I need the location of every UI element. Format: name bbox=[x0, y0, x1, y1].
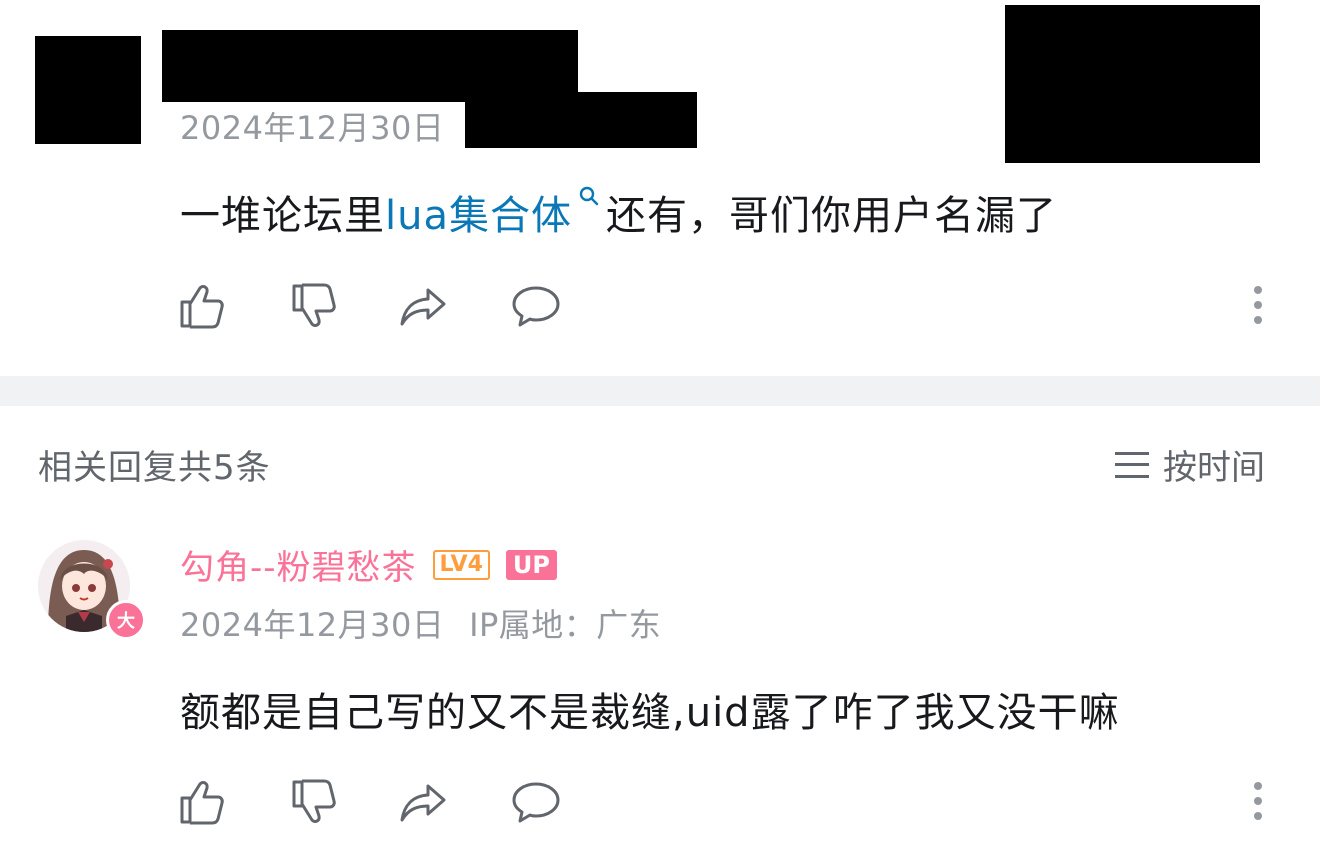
comment-text-part1: 一堆论坛里 bbox=[180, 193, 385, 239]
redacted-avatar bbox=[35, 36, 141, 144]
comment-icon bbox=[512, 782, 560, 823]
like-icon bbox=[180, 781, 224, 825]
sort-icon bbox=[1115, 450, 1149, 480]
up-badge: UP bbox=[505, 549, 557, 580]
vip-badge: 大 bbox=[106, 600, 146, 640]
reply-username[interactable]: 勾角--粉碧愁茶 bbox=[180, 540, 417, 589]
reply-share-button[interactable] bbox=[398, 776, 450, 828]
sort-label: 按时间 bbox=[1163, 448, 1265, 488]
sort-button[interactable]: 按时间 bbox=[1115, 440, 1265, 489]
search-link[interactable]: lua集合体 bbox=[385, 193, 572, 239]
comment-text-part2: 还有，哥们你用户名漏了 bbox=[605, 193, 1057, 239]
section-divider bbox=[0, 376, 1320, 406]
redacted-username-tail bbox=[465, 92, 697, 148]
avatar[interactable]: 大 bbox=[38, 540, 146, 640]
share-button[interactable] bbox=[398, 280, 450, 332]
dislike-icon bbox=[292, 283, 336, 327]
comment-icon bbox=[512, 286, 560, 327]
reply-meta: 2024年12月30日 IP属地：广东 bbox=[180, 600, 661, 646]
search-icon[interactable] bbox=[578, 185, 600, 207]
dislike-icon bbox=[292, 779, 336, 823]
level-badge: LV4 bbox=[432, 549, 490, 580]
reply-text: 额都是自己写的又不是裁缝,uid露了咋了我又没干嘛 bbox=[180, 690, 1120, 736]
reply-date: 2024年12月30日 bbox=[180, 606, 445, 644]
reply-dislike-button[interactable] bbox=[288, 776, 340, 828]
reply-ip-location: IP属地：广东 bbox=[469, 606, 662, 644]
reply-comment-button[interactable] bbox=[510, 776, 562, 828]
redacted-corner-block bbox=[1005, 5, 1260, 163]
share-icon bbox=[400, 784, 446, 822]
like-icon bbox=[180, 285, 224, 329]
share-icon bbox=[400, 288, 446, 326]
comment-date: 2024年12月30日 bbox=[180, 109, 445, 147]
comment-text: 一堆论坛里lua集合体 还有，哥们你用户名漏了 bbox=[180, 183, 1057, 241]
dislike-button[interactable] bbox=[288, 280, 340, 332]
more-icon[interactable] bbox=[1248, 782, 1268, 826]
reply-user-row: 勾角--粉碧愁茶 LV4 UP bbox=[180, 540, 557, 589]
comment-button[interactable] bbox=[510, 280, 562, 332]
like-button[interactable] bbox=[176, 280, 228, 332]
replies-count-label: 相关回复共5条 bbox=[38, 448, 271, 488]
reply-like-button[interactable] bbox=[176, 776, 228, 828]
more-icon[interactable] bbox=[1248, 286, 1268, 330]
